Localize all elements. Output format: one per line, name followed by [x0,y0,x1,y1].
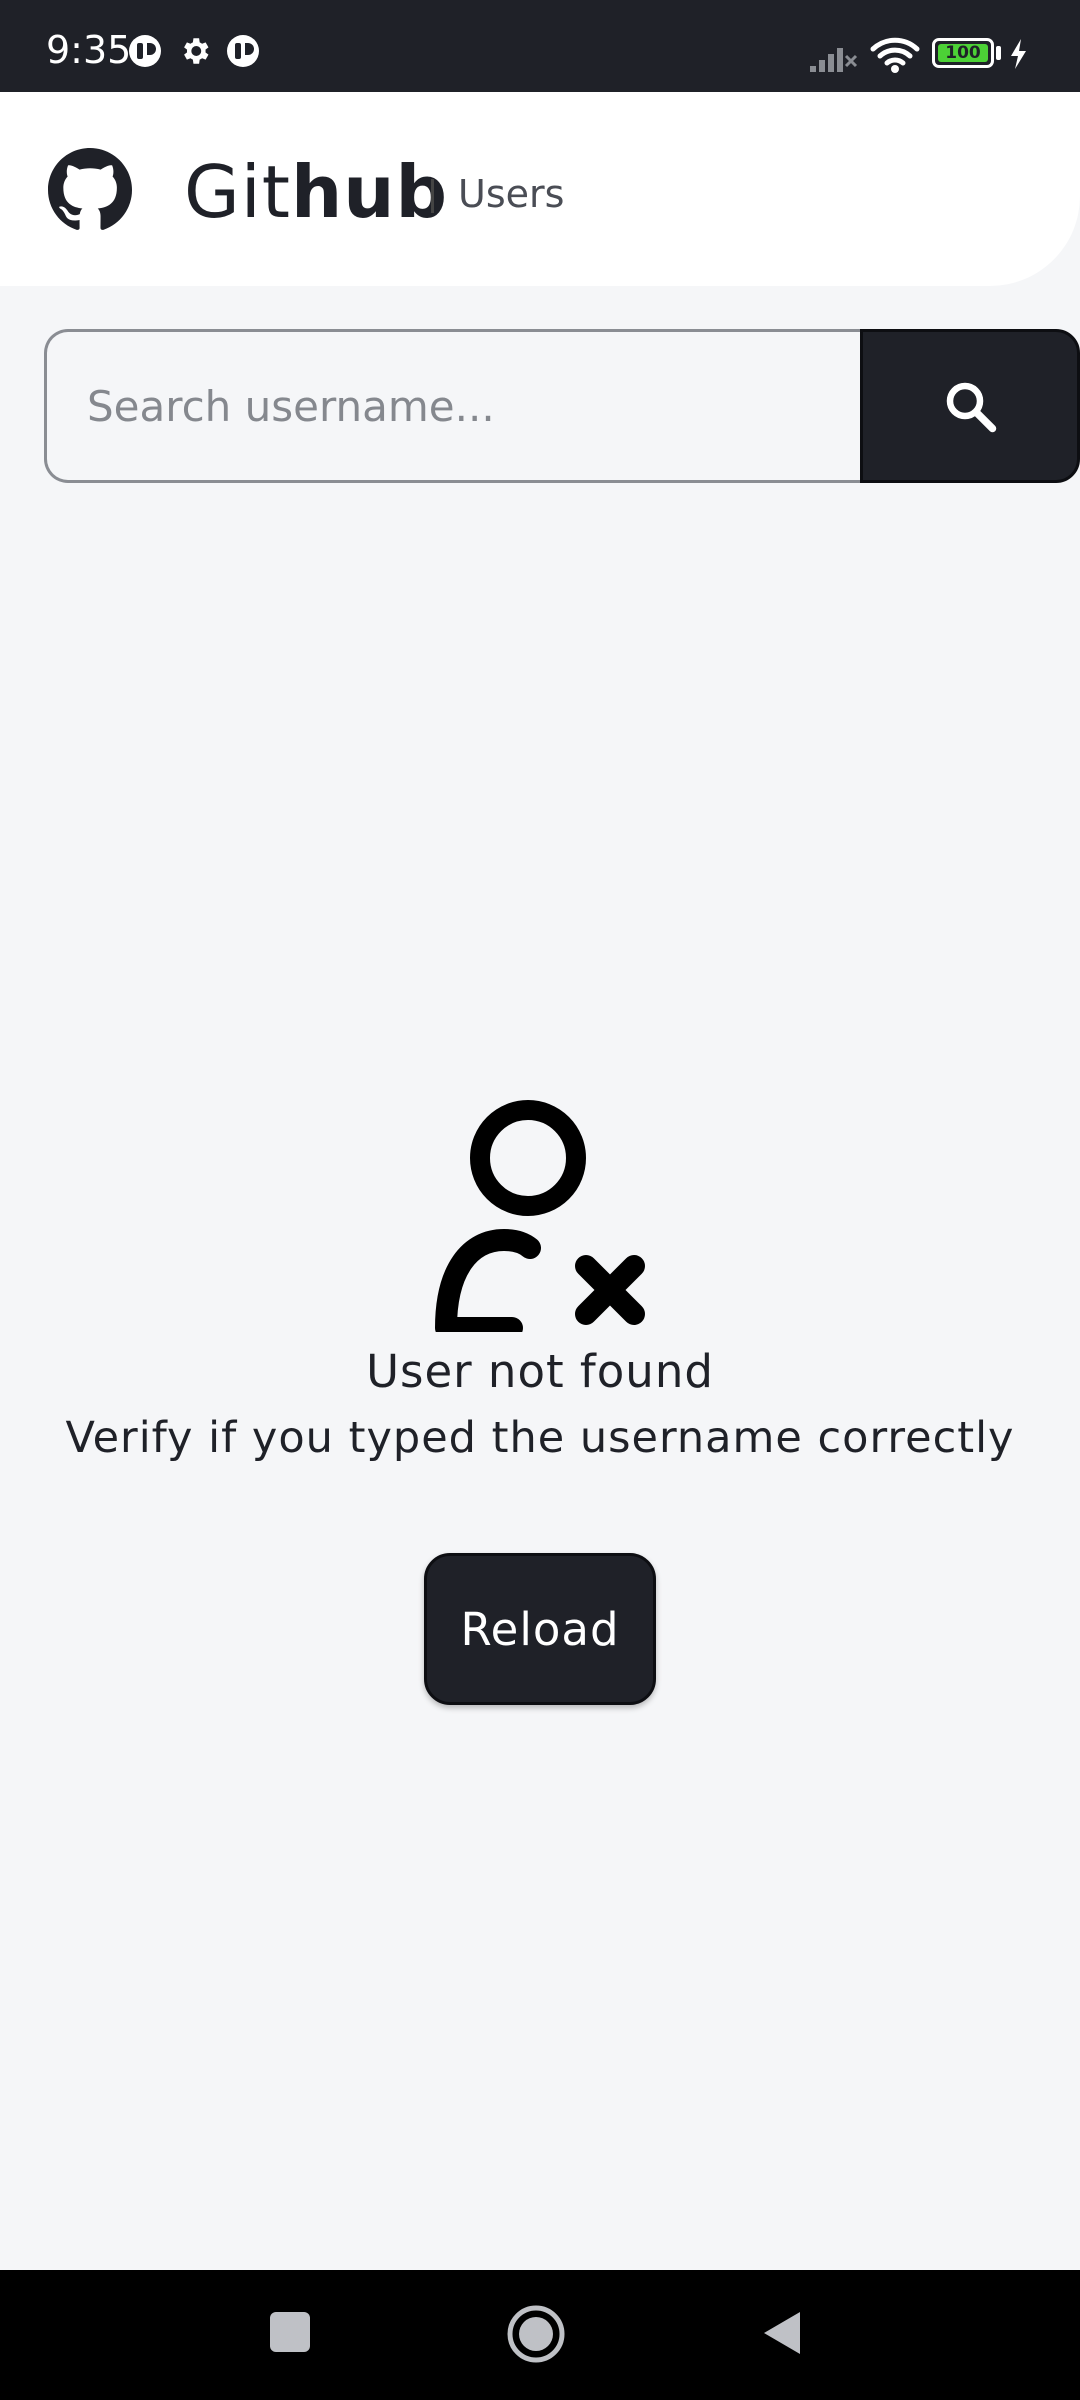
brand-title-bold: hub [291,150,449,234]
user-not-found-icon [435,1100,645,1332]
section-label: Users [458,172,565,216]
brand-title: Github [184,154,448,230]
app-header: Github Users [0,92,1080,286]
title-separator [431,179,434,213]
signal-icon [810,48,858,72]
app-notification-icon [227,35,259,67]
github-logo-icon [48,148,132,230]
recents-icon[interactable] [268,2310,312,2354]
charging-icon [1011,39,1026,69]
battery-level: 100 [938,44,988,62]
settings-icon [184,38,209,64]
search-button[interactable] [860,329,1080,483]
home-icon[interactable] [506,2304,566,2364]
search-input[interactable] [44,329,864,483]
battery-tip [996,46,1001,60]
back-icon[interactable] [760,2308,804,2358]
battery-icon: 100 [932,38,994,68]
search-bar [44,329,1080,483]
status-time: 9:35 [46,28,132,72]
search-icon [946,382,997,433]
status-bar: 9:35 100 [0,0,1080,92]
brand-title-light: Git [184,150,292,234]
reload-button[interactable]: Reload [424,1553,656,1705]
app-notification-icon [129,35,161,67]
wifi-icon [870,37,920,73]
navigation-bar [0,2270,1080,2400]
error-subtitle: Verify if you typed the username correct… [65,1413,1015,1463]
error-title: User not found [366,1345,714,1398]
